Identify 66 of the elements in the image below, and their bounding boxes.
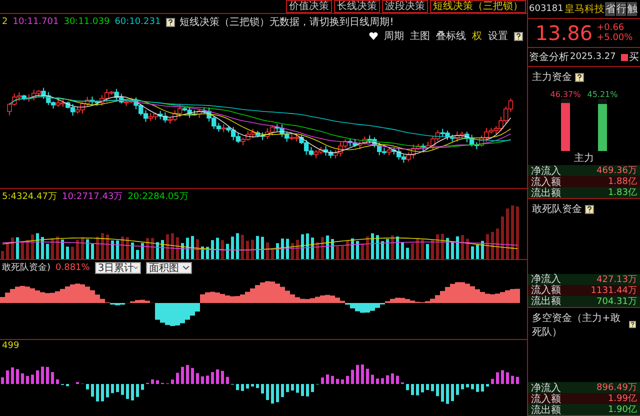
- help-icon[interactable]: [514, 32, 523, 40]
- stat-value: 1.90亿: [608, 404, 637, 416]
- toolbar-item[interactable]: 设置: [488, 29, 508, 43]
- section-title: 敢死队资金: [532, 203, 582, 216]
- stat-label: 流入额: [531, 176, 561, 188]
- stock-name: 皇马科技: [564, 2, 604, 16]
- stat-label: 流出额: [531, 186, 561, 200]
- stat-label: 净流入: [531, 382, 561, 394]
- section-title: 多空资金（主力+敢死队）: [532, 312, 622, 338]
- stat-value: 1.99亿: [608, 393, 637, 405]
- panel-label: 499: [2, 341, 20, 351]
- stock-code: 603181: [529, 4, 564, 14]
- stat-label: 净流入: [531, 272, 561, 285]
- action-button[interactable]: 行: [616, 2, 626, 16]
- stat-value: 896.49万: [596, 382, 637, 394]
- percent-value: 0.881%: [56, 262, 90, 272]
- action-button[interactable]: 省: [605, 2, 616, 16]
- percent-change: +5.00%: [596, 33, 633, 43]
- analysis-title: 资金分析: [529, 50, 569, 64]
- ma-value: 10:11.701: [12, 17, 59, 27]
- stat-label: 净流入: [531, 164, 561, 176]
- decision-tab[interactable]: 价值决策: [286, 0, 332, 13]
- heart-icon[interactable]: [369, 32, 378, 40]
- decision-tab[interactable]: 长线决策: [334, 0, 380, 13]
- stat-label: 流入额: [531, 284, 561, 296]
- analysis-date: 2025.3.27: [570, 52, 616, 62]
- stat-value: 469.36万: [596, 165, 637, 177]
- caret-icon: [182, 266, 189, 270]
- toolbar-item[interactable]: 权: [472, 29, 482, 43]
- help-icon[interactable]: [575, 72, 584, 82]
- help-icon[interactable]: [628, 320, 636, 329]
- help-icon[interactable]: [585, 204, 594, 214]
- stat-value: 1.83亿: [608, 187, 637, 199]
- stock-price: 13.86: [535, 21, 593, 45]
- square-icon: [621, 54, 628, 60]
- price-change: +0.66: [596, 23, 626, 33]
- stat-label: 流出额: [531, 294, 561, 308]
- section-title: 主力资金: [532, 70, 572, 84]
- bar-caption: 主力: [573, 152, 595, 165]
- stat-value: 427.13万: [596, 274, 637, 286]
- decision-tab[interactable]: 波段决策: [382, 0, 428, 13]
- action-button[interactable]: 触: [627, 2, 638, 16]
- volume-ma-value: 5:4324.47万: [2, 191, 57, 203]
- notice-text: 短线决策（三把锁）无数据，请切换到日线周期!: [180, 16, 394, 29]
- toolbar-item[interactable]: 主图: [410, 29, 430, 43]
- bar-percent: 45.21%: [587, 90, 618, 99]
- buy-label: 买: [629, 51, 639, 64]
- panel-title: 敢死队资金): [2, 262, 51, 274]
- caret-icon: [134, 266, 138, 270]
- bar-percent: 46.37%: [550, 90, 581, 99]
- stat-value: 1.88亿: [608, 176, 637, 188]
- dropdown[interactable]: 面积图: [146, 262, 192, 274]
- volume-ma-value: 10:2717.43万: [62, 191, 123, 203]
- stat-label: 流出额: [531, 404, 561, 416]
- stat-value: 1131.44万: [590, 284, 637, 296]
- stat-label: 流入额: [531, 392, 561, 404]
- help-icon[interactable]: [166, 18, 175, 26]
- stat-value: 704.31万: [596, 296, 637, 308]
- toolbar-item[interactable]: 叠标线: [436, 29, 466, 43]
- decision-tab[interactable]: 短线决策（三把锁）: [430, 0, 526, 13]
- ma-value: 60:10.231: [114, 17, 161, 27]
- volume-ma-value: 20:2284.05万: [128, 191, 188, 203]
- dropdown[interactable]: 3日累计: [94, 262, 141, 274]
- ma-value: 30:11.039: [64, 17, 110, 27]
- ma-value: 2: [2, 17, 8, 27]
- toolbar-item[interactable]: 周期: [384, 29, 404, 43]
